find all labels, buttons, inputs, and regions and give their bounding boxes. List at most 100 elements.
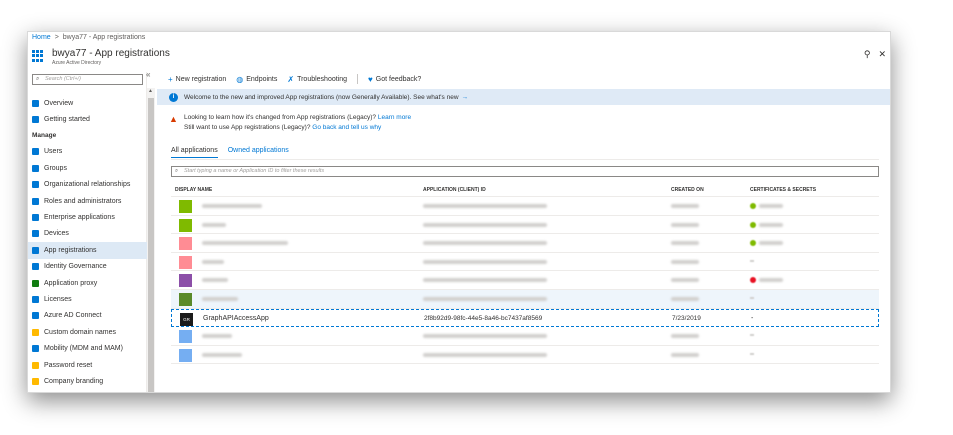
redacted-name bbox=[202, 222, 226, 227]
tab-all-applications[interactable]: All applications bbox=[171, 147, 218, 158]
app-created-on: 7/23/2019 bbox=[672, 314, 701, 322]
redacted-date bbox=[671, 296, 699, 301]
table-row[interactable]: GR GraphAPIAccessApp 2f8b92d9-98fc-44e5-8a… bbox=[171, 308, 879, 328]
redacted-app-id bbox=[423, 352, 547, 357]
proxy-icon bbox=[32, 279, 39, 287]
redacted-name bbox=[202, 204, 262, 208]
sidebar-item-overview[interactable]: Overview bbox=[28, 95, 147, 111]
license-icon bbox=[32, 295, 39, 303]
sidebar-scrollbar[interactable]: ▲ bbox=[147, 88, 155, 392]
legacy-line2: Still want to use App registrations (Leg… bbox=[184, 124, 311, 131]
redacted-app-id bbox=[423, 204, 547, 208]
sidebar-item-label: Roles and administrators bbox=[44, 197, 122, 205]
grid-icon bbox=[32, 214, 39, 222]
table-row[interactable] bbox=[171, 327, 879, 346]
portal-window: Home > bwya77 - App registrations bwya77… bbox=[27, 31, 891, 393]
app-certificates: - bbox=[751, 314, 754, 322]
scroll-up-icon[interactable]: ▲ bbox=[148, 88, 153, 94]
toolbar: + New registration ◍ Endpoints ✗ Trouble… bbox=[168, 72, 421, 86]
sidebar-item-mobility-mdm-and-mam[interactable]: Mobility (MDM and MAM) bbox=[28, 340, 147, 356]
close-icon[interactable]: ✕ bbox=[878, 49, 886, 60]
org-icon bbox=[32, 181, 39, 189]
sidebar-item-application-proxy[interactable]: Application proxy bbox=[28, 275, 147, 291]
scrollbar-thumb[interactable] bbox=[148, 98, 154, 392]
feedback-button[interactable]: ♥ Got feedback? bbox=[368, 75, 421, 84]
sidebar-item-company-branding[interactable]: Company branding bbox=[28, 373, 147, 389]
search-icon: ⌕ bbox=[175, 168, 179, 174]
domain-icon bbox=[32, 328, 39, 336]
tab-owned-applications[interactable]: Owned applications bbox=[228, 147, 289, 158]
redacted-app-id bbox=[423, 241, 547, 246]
info-banner[interactable]: i Welcome to the new and improved App re… bbox=[157, 89, 890, 105]
sidebar-item-devices[interactable]: Devices bbox=[28, 226, 147, 242]
new-registration-button[interactable]: + New registration bbox=[168, 75, 226, 84]
header-application-id[interactable]: Application (client) ID bbox=[423, 187, 486, 193]
redacted-name bbox=[202, 352, 242, 357]
redacted-app-id bbox=[423, 222, 547, 227]
table-body: GR GraphAPIAccessApp 2f8b92d9-98fc-44e5-8a… bbox=[171, 197, 879, 365]
header-created-on[interactable]: Created on bbox=[671, 187, 704, 193]
sidebar-item-label: Enterprise applications bbox=[44, 214, 115, 222]
sidebar-item-label: Azure AD Connect bbox=[44, 312, 102, 320]
sidebar-item-roles-and-administrators[interactable]: Roles and administrators bbox=[28, 193, 147, 209]
app-name[interactable]: GraphAPIAccessApp bbox=[203, 315, 269, 322]
sidebar-item-organizational-relationships[interactable]: Organizational relationships bbox=[28, 177, 147, 193]
banner-arrow-icon[interactable]: → bbox=[462, 94, 469, 101]
app-avatar bbox=[179, 330, 192, 344]
applications-table: Display name Application (client) ID Cre… bbox=[171, 183, 879, 365]
app-avatar: GR bbox=[180, 312, 193, 326]
sidebar-item-azure-ad-connect[interactable]: Azure AD Connect bbox=[28, 308, 147, 324]
breadcrumb: Home > bwya77 - App registrations bbox=[32, 34, 145, 41]
app-reg-icon bbox=[32, 246, 39, 254]
sidebar-item-licenses[interactable]: Licenses bbox=[28, 291, 147, 307]
sidebar-search-input[interactable]: ⌕ Search (Ctrl+/) bbox=[32, 74, 143, 85]
app-avatar bbox=[179, 255, 192, 269]
info-icon: i bbox=[169, 92, 178, 102]
pin-icon[interactable]: ⚲ bbox=[864, 49, 871, 60]
cert-status-icon bbox=[750, 221, 756, 228]
sidebar-item-groups[interactable]: Groups bbox=[28, 160, 147, 176]
table-row[interactable] bbox=[171, 216, 879, 235]
breadcrumb-home[interactable]: Home bbox=[32, 34, 51, 41]
header-certificates[interactable]: Certificates & secrets bbox=[750, 187, 816, 193]
sidebar-item-label: Licenses bbox=[44, 295, 72, 303]
sidebar-item-identity-governance[interactable]: Identity Governance bbox=[28, 259, 147, 275]
redacted-cert-status bbox=[750, 352, 754, 355]
branding-icon bbox=[32, 377, 39, 385]
redacted-app-id bbox=[423, 259, 547, 264]
sidebar-item-password-reset[interactable]: Password reset bbox=[28, 357, 147, 373]
header-display-name[interactable]: Display name bbox=[175, 187, 212, 193]
table-row[interactable] bbox=[171, 197, 879, 216]
redacted-name bbox=[202, 241, 288, 246]
redacted-cert-status bbox=[750, 296, 754, 299]
redacted-date bbox=[671, 259, 699, 264]
table-row[interactable] bbox=[171, 271, 879, 290]
table-row[interactable] bbox=[171, 289, 879, 309]
sidebar-item-enterprise-applications[interactable]: Enterprise applications bbox=[28, 209, 147, 225]
sidebar-item-app-registrations[interactable]: App registrations bbox=[28, 242, 147, 259]
collapse-sidebar-icon[interactable]: « bbox=[146, 70, 150, 79]
app-avatar bbox=[179, 200, 192, 213]
wrench-icon: ✗ bbox=[287, 74, 295, 84]
sidebar-item-label: Organizational relationships bbox=[44, 181, 131, 189]
filter-input[interactable]: ⌕ Start typing a name or Application ID … bbox=[171, 166, 879, 177]
device-icon bbox=[32, 230, 39, 238]
legacy-line1: Looking to learn how it's changed from A… bbox=[184, 114, 377, 121]
redacted-cert-status bbox=[759, 278, 783, 283]
endpoints-button[interactable]: ◍ Endpoints bbox=[236, 75, 277, 84]
sidebar-item-getting-started[interactable]: Getting started bbox=[28, 111, 147, 127]
plus-icon: + bbox=[168, 74, 173, 84]
sidebar-item-label: Identity Governance bbox=[44, 263, 107, 271]
learn-more-link[interactable]: Learn more bbox=[378, 114, 411, 121]
sidebar-item-users[interactable]: Users bbox=[28, 144, 147, 160]
table-row[interactable] bbox=[171, 234, 879, 253]
sidebar-item-custom-domain-names[interactable]: Custom domain names bbox=[28, 324, 147, 340]
app-tabs: All applications Owned applications bbox=[171, 147, 289, 158]
troubleshooting-button[interactable]: ✗ Troubleshooting bbox=[287, 75, 347, 84]
table-row[interactable] bbox=[171, 253, 879, 272]
app-client-id: 2f8b92d9-98fc-44e5-8a46-bc7437af8569 bbox=[424, 314, 543, 322]
app-registrations-icon bbox=[32, 50, 44, 62]
go-back-link[interactable]: Go back and tell us why bbox=[312, 124, 381, 131]
redacted-cert-status bbox=[759, 222, 783, 227]
table-row[interactable] bbox=[171, 346, 879, 365]
